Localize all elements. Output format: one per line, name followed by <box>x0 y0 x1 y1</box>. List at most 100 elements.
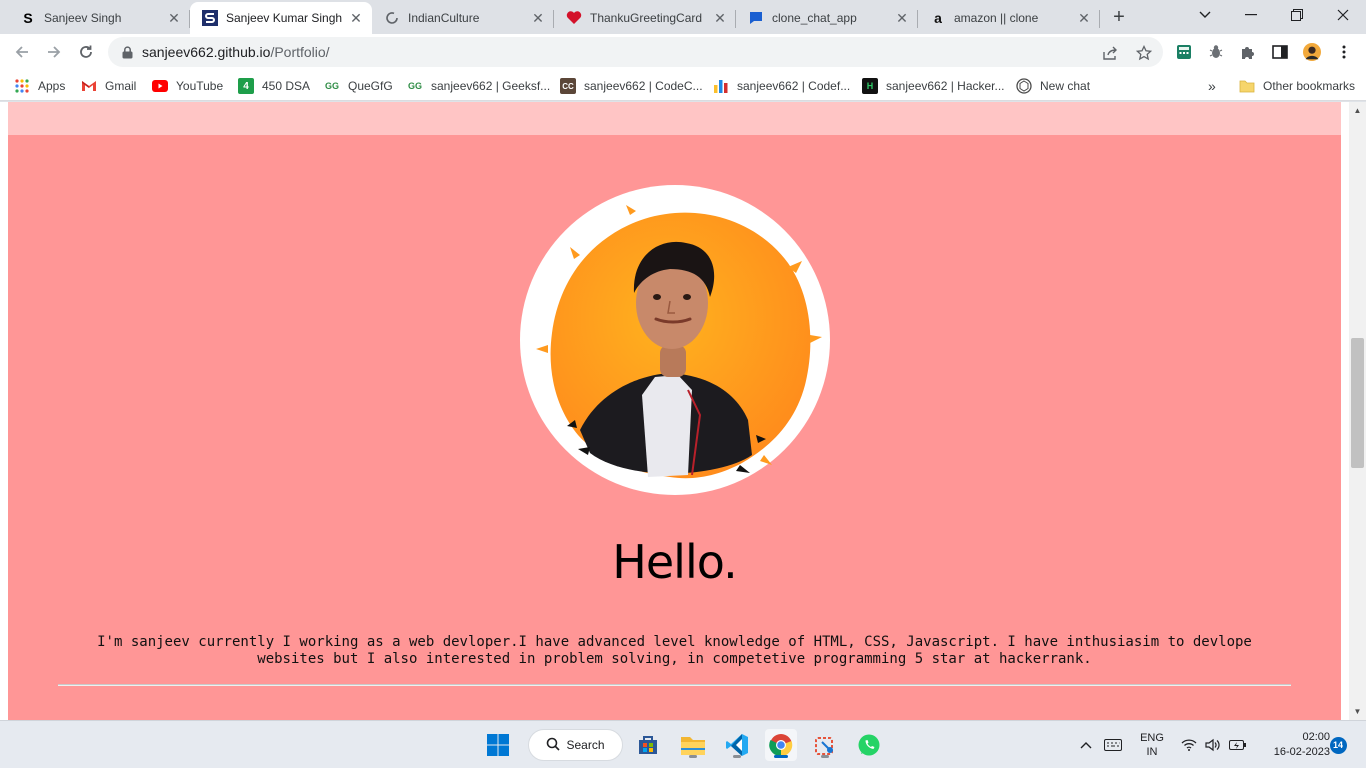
close-icon[interactable]: ✕ <box>166 10 182 26</box>
tab-title: ThankuGreetingCard <box>590 11 703 25</box>
bookmark-label: Gmail <box>105 79 137 93</box>
bookmark-new-chat[interactable]: New chat <box>1016 76 1090 96</box>
scroll-up-arrow-icon[interactable]: ▲ <box>1349 102 1366 119</box>
folder-icon <box>1239 78 1255 94</box>
bookmark-quegfg[interactable]: GG QueGfG <box>324 76 393 96</box>
search-label: Search <box>566 738 605 752</box>
s-logo-icon <box>202 10 218 26</box>
wifi-icon[interactable] <box>1178 721 1200 768</box>
tray-overflow-chevron-icon[interactable] <box>1076 721 1096 768</box>
bookmark-star-icon[interactable] <box>1135 44 1153 62</box>
bookmarks-bar: Apps Gmail YouTube 4 450 DSA GG QueGfG G… <box>0 71 1366 101</box>
bookmark-label: sanjeev662 | Geeksf... <box>431 79 551 93</box>
bookmark-codeforces[interactable]: sanjeev662 | Codef... <box>713 76 850 96</box>
page-viewport: Hello. I'm sanjeev currently I working a… <box>0 102 1366 720</box>
profile-photo <box>520 185 830 495</box>
tab-amazon-clone[interactable]: a amazon || clone ✕ <box>918 2 1100 34</box>
forward-button[interactable] <box>40 38 68 66</box>
bookmark-label: 450 DSA <box>262 79 311 93</box>
volume-icon[interactable] <box>1202 721 1224 768</box>
reload-icon <box>80 45 92 58</box>
apps-grid-icon <box>14 78 30 94</box>
close-icon[interactable]: ✕ <box>712 10 728 26</box>
url-text[interactable]: sanjeev662.github.io/Portfolio/ <box>142 44 330 60</box>
bookmark-geeksforgeeks[interactable]: GG sanjeev662 | Geeksf... <box>407 76 550 96</box>
bookmark-youtube[interactable]: YouTube <box>152 76 223 96</box>
puzzle-icon[interactable] <box>1239 43 1257 61</box>
amazon-icon: a <box>934 10 942 26</box>
windows-logo-icon <box>487 734 509 756</box>
close-icon[interactable]: ✕ <box>530 10 546 26</box>
clock[interactable]: 02:00 16-02-2023 <box>1256 721 1330 768</box>
arrow-left-icon <box>15 46 28 58</box>
reload-button[interactable] <box>72 38 100 66</box>
tab-search-button[interactable] <box>1182 0 1228 30</box>
bookmark-gmail[interactable]: Gmail <box>81 76 136 96</box>
s-letter-icon: S <box>23 10 33 26</box>
address-bar[interactable]: sanjeev662.github.io/Portfolio/ <box>108 37 1163 67</box>
store-icon[interactable] <box>632 729 664 761</box>
tab-title: Sanjeev Singh <box>44 11 122 25</box>
scroll-down-arrow-icon[interactable]: ▼ <box>1349 703 1366 720</box>
bookmark-codechef[interactable]: CC sanjeev662 | CodeC... <box>560 76 703 96</box>
notifications-button[interactable]: 14 <box>1329 721 1347 768</box>
chatgpt-icon <box>1016 78 1032 94</box>
bookmark-450-dsa[interactable]: 4 450 DSA <box>238 76 310 96</box>
tab-clone-chat-app[interactable]: clone_chat_app ✕ <box>736 2 918 34</box>
tab-sanjeev-singh[interactable]: S Sanjeev Singh ✕ <box>8 2 190 34</box>
keyboard-icon[interactable] <box>1102 721 1124 768</box>
gfg-icon: GG <box>324 81 339 91</box>
section-divider <box>58 684 1291 686</box>
bookmark-apps[interactable]: Apps <box>14 76 65 96</box>
greeting-heading: Hello. <box>612 535 737 589</box>
lock-icon[interactable] <box>120 45 134 59</box>
whatsapp-icon[interactable] <box>853 729 885 761</box>
about-paragraph: I'm sanjeev currently I working as a web… <box>97 634 1252 667</box>
profile-avatar[interactable] <box>1303 43 1321 61</box>
other-bookmarks-folder[interactable]: Other bookmarks <box>1239 76 1355 96</box>
menu-kebab-icon[interactable] <box>1335 43 1353 61</box>
loading-icon <box>384 10 400 26</box>
side-panel-icon[interactable] <box>1271 43 1289 61</box>
active-indicator <box>774 755 788 758</box>
bookmark-label: YouTube <box>176 79 224 93</box>
bookmark-label: QueGfG <box>348 79 393 93</box>
bookmark-label: sanjeev662 | Codef... <box>737 79 851 93</box>
close-icon[interactable]: ✕ <box>1076 10 1092 26</box>
language-code: ENG <box>1140 732 1164 744</box>
chrome-icon[interactable] <box>765 729 797 761</box>
bug-extension-icon[interactable] <box>1207 43 1225 61</box>
calculator-extension-icon[interactable] <box>1175 43 1193 61</box>
taskbar-search[interactable]: Search <box>528 729 623 761</box>
tab-thankugreetingcard[interactable]: ThankuGreetingCard ✕ <box>554 2 736 34</box>
new-tab-button[interactable]: + <box>1108 6 1130 28</box>
minimize-button[interactable] <box>1228 0 1274 30</box>
codechef-icon: CC <box>560 78 576 94</box>
share-icon[interactable] <box>1102 44 1120 62</box>
url-host: sanjeev662.github.io <box>142 44 271 60</box>
arrow-right-icon <box>48 46 61 58</box>
bookmark-hackerrank[interactable]: H sanjeev662 | Hacker... <box>862 76 1005 96</box>
back-button[interactable] <box>8 38 36 66</box>
restore-button[interactable] <box>1274 0 1320 30</box>
close-icon[interactable]: ✕ <box>894 10 910 26</box>
start-button[interactable] <box>482 729 514 761</box>
close-icon[interactable]: ✕ <box>348 10 364 26</box>
snipping-tool-icon[interactable] <box>809 729 841 761</box>
file-explorer-icon[interactable] <box>677 729 709 761</box>
bookmarks-overflow-button[interactable]: » <box>1208 76 1216 96</box>
battery-icon[interactable] <box>1227 721 1249 768</box>
vscode-icon[interactable] <box>721 729 753 761</box>
scrollbar-thumb[interactable] <box>1351 338 1364 468</box>
tab-strip: S Sanjeev Singh ✕ Sanjeev Kumar Singh ✕ … <box>0 0 1366 34</box>
language-indicator[interactable]: ENG IN <box>1134 721 1170 768</box>
close-window-button[interactable] <box>1320 0 1366 30</box>
gfg-icon: GG <box>407 81 422 91</box>
search-icon <box>546 737 561 754</box>
clock-date: 16-02-2023 <box>1273 746 1330 758</box>
tab-sanjeev-kumar-singh[interactable]: Sanjeev Kumar Singh ✕ <box>190 2 372 34</box>
tab-separator <box>1099 10 1100 28</box>
tab-title: Sanjeev Kumar Singh <box>226 11 343 25</box>
tab-indianculture[interactable]: IndianCulture ✕ <box>372 2 554 34</box>
page-scrollbar[interactable]: ▲ ▼ <box>1349 102 1366 720</box>
